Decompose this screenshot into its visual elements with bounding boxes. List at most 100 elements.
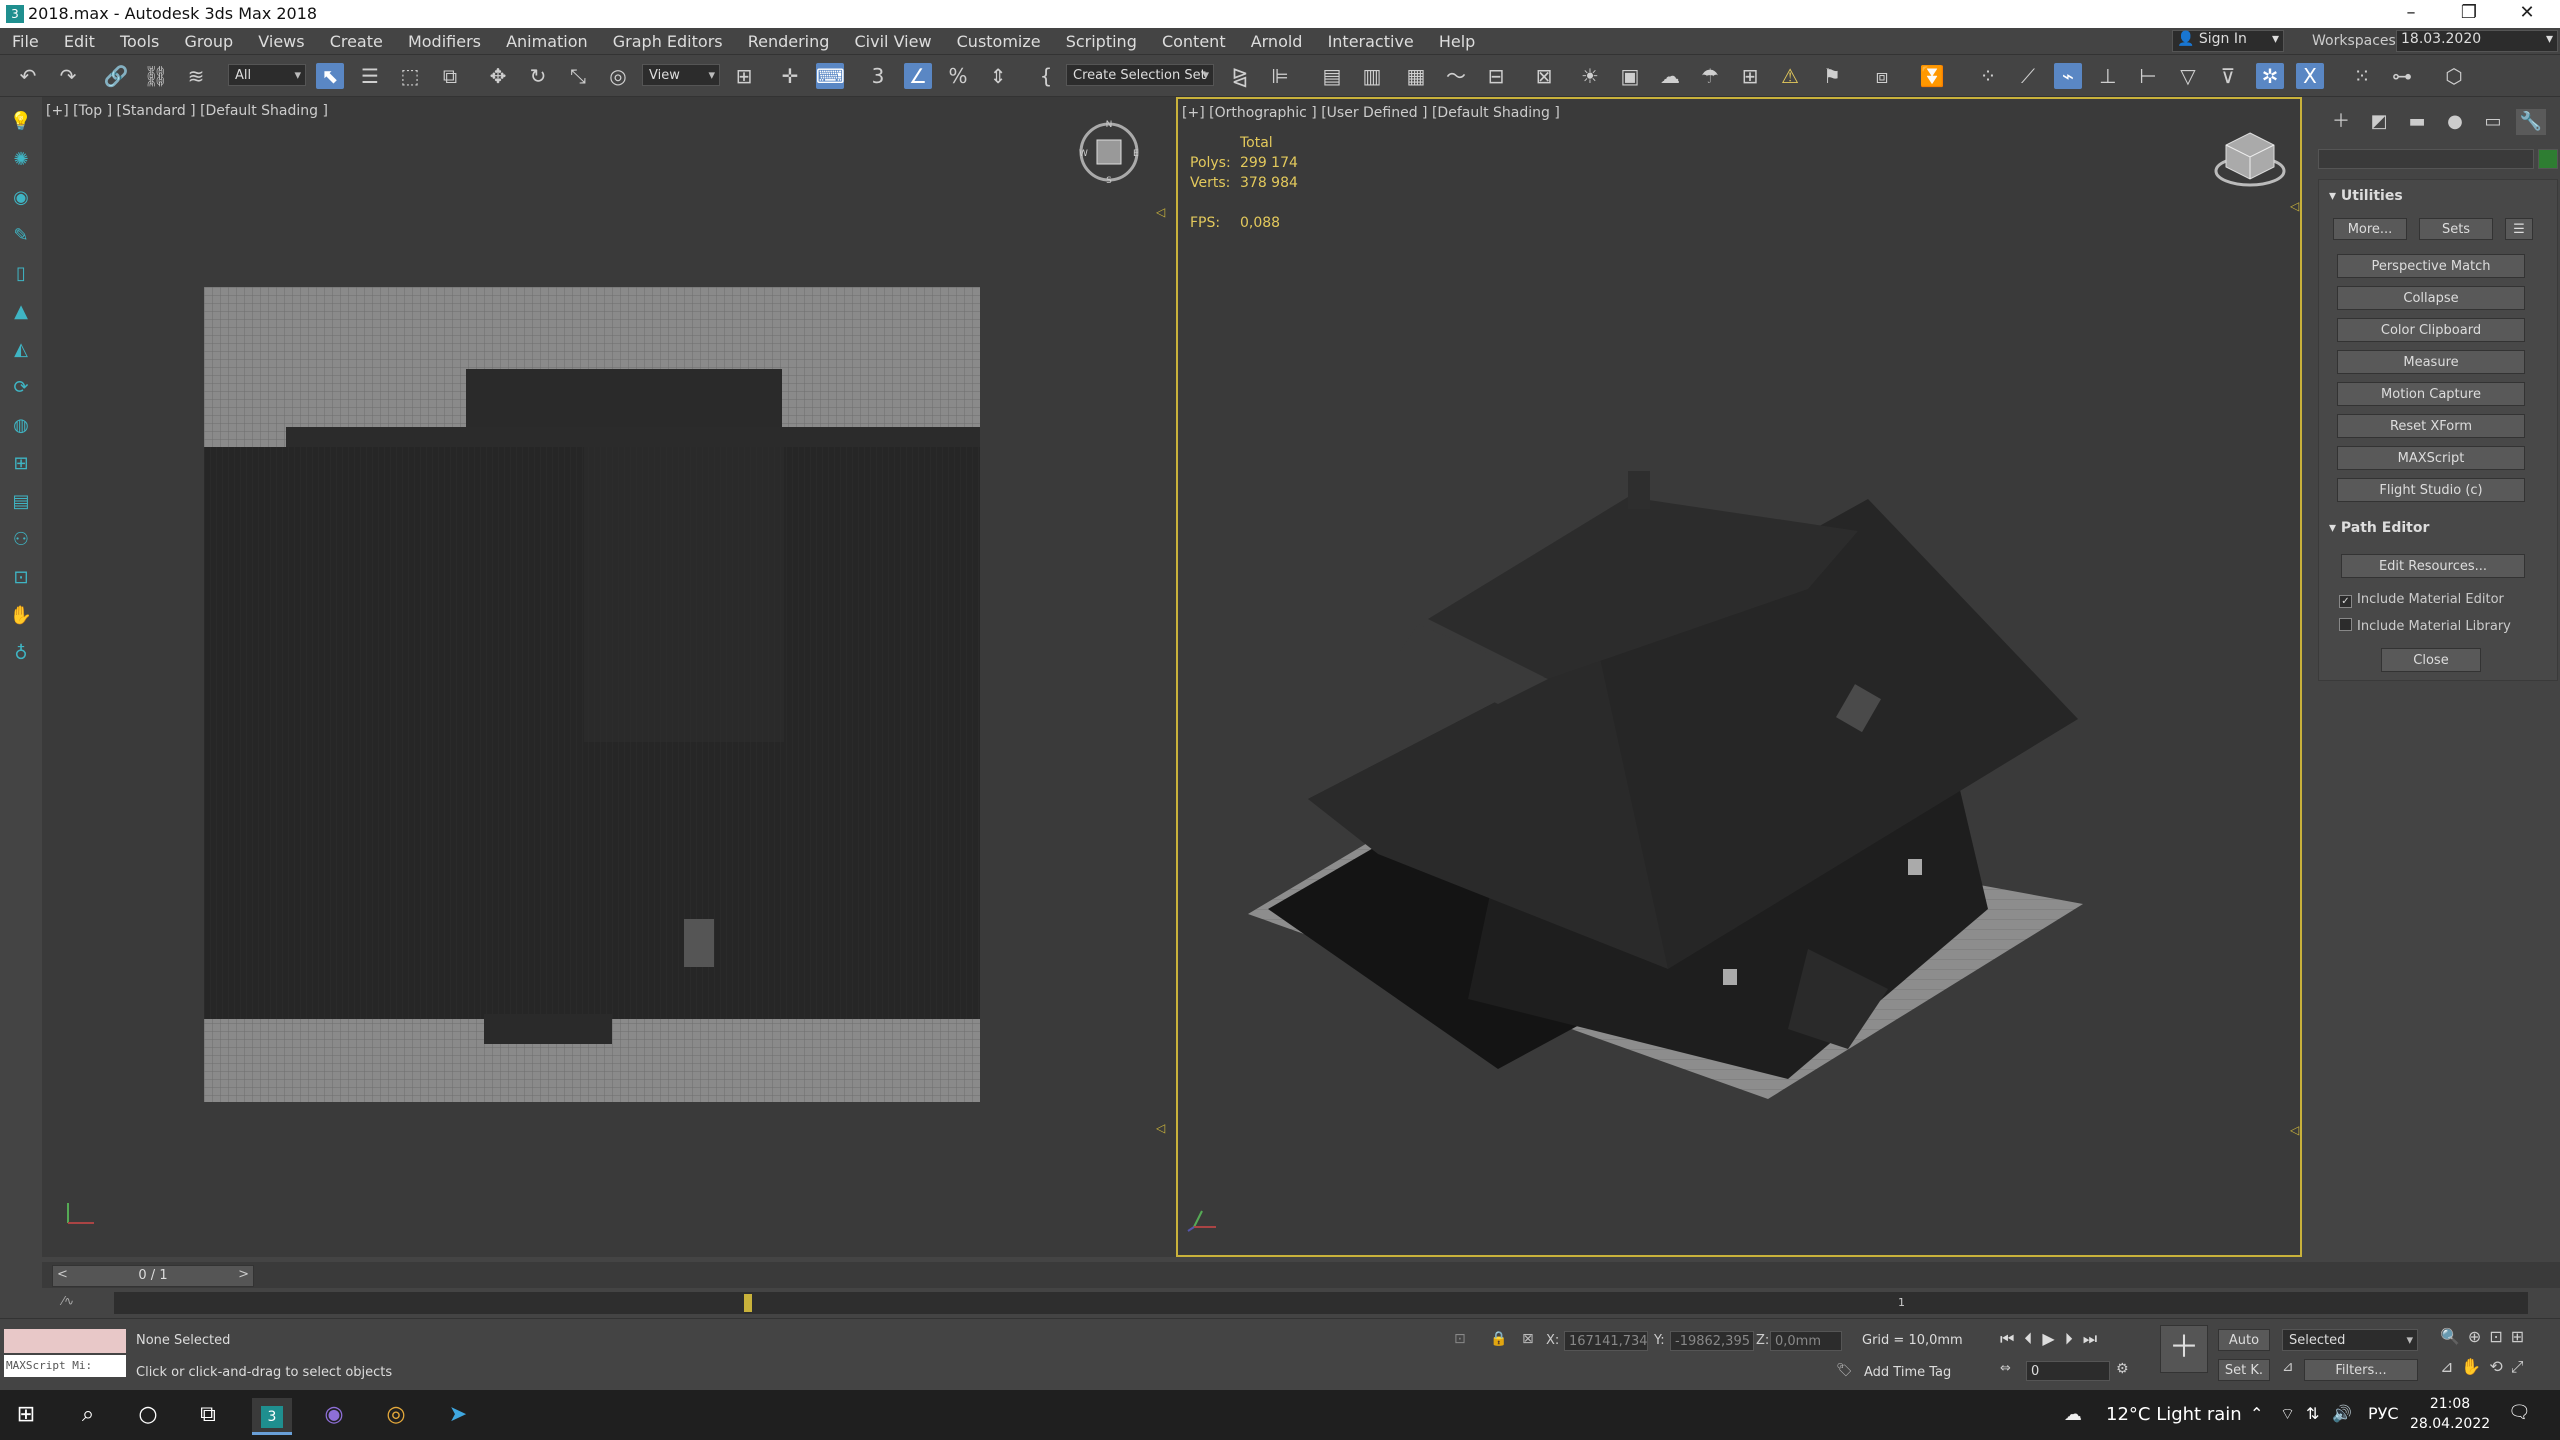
rendered-frame-window-icon[interactable]: ▣ bbox=[1616, 63, 1644, 89]
time-configuration-icon[interactable]: ⚙ bbox=[2116, 1361, 2129, 1377]
pan-icon[interactable]: ✋ bbox=[2461, 1357, 2489, 1376]
lamp-icon[interactable]: ◭ bbox=[8, 337, 34, 363]
select-manipulate-icon[interactable]: ✛ bbox=[776, 63, 804, 89]
place-icon[interactable]: ◎ bbox=[604, 63, 632, 89]
spinner-snap-icon[interactable]: ⇕ bbox=[984, 63, 1012, 89]
absolute-mode-icon[interactable]: ⊠ bbox=[1522, 1331, 1534, 1347]
menu-customize[interactable]: Customize bbox=[947, 28, 1051, 51]
close-icon[interactable]: ✕ bbox=[2504, 2, 2550, 23]
selection-region-icon[interactable]: ⬡ bbox=[2440, 63, 2468, 89]
time-tag-icon[interactable]: 🏷 bbox=[1836, 1363, 1853, 1378]
ribbon-toggle-icon[interactable]: ⧈ bbox=[1868, 63, 1896, 89]
chrome-icon[interactable]: ◎ bbox=[376, 1398, 416, 1432]
render-production-icon[interactable]: ☁ bbox=[1656, 63, 1684, 89]
viewport-divider[interactable]: ◁ ◁ bbox=[1154, 97, 1176, 1257]
sets-button[interactable]: Sets bbox=[2419, 218, 2493, 240]
time-slider[interactable]: < 0 / 1 > bbox=[52, 1265, 254, 1287]
measure-button[interactable]: Measure bbox=[2337, 350, 2525, 374]
zoom-extents-all-icon[interactable]: ⊞ bbox=[2511, 1327, 2532, 1346]
align-icon[interactable]: ⊫ bbox=[1266, 63, 1294, 89]
menu-tools[interactable]: Tools bbox=[110, 28, 169, 51]
window-crossing-icon[interactable]: ⧉ bbox=[436, 63, 464, 89]
book-icon[interactable]: ▯ bbox=[8, 261, 34, 287]
close-button[interactable]: Close bbox=[2381, 648, 2481, 672]
z-coordinate-field[interactable]: 0,0mm bbox=[1770, 1331, 1842, 1351]
reset-xform-button[interactable]: Reset XForm bbox=[2337, 414, 2525, 438]
edit-named-selection-icon[interactable]: { bbox=[1032, 63, 1060, 89]
display-tab-icon[interactable]: ▭ bbox=[2478, 109, 2508, 135]
globe-icon[interactable]: ◍ bbox=[8, 413, 34, 439]
hierarchy-tab-icon[interactable]: ▬ bbox=[2402, 109, 2432, 135]
xview-icon[interactable]: ✲ bbox=[2256, 63, 2284, 89]
lock-icon[interactable]: 🔒 bbox=[1490, 1331, 1507, 1347]
rectangular-selection-icon[interactable]: ⬚ bbox=[396, 63, 424, 89]
render-to-texture-icon[interactable]: ⊞ bbox=[1736, 63, 1764, 89]
divider-handle-icon[interactable]: ◁ bbox=[1156, 205, 1165, 219]
viber-icon[interactable]: ◉ bbox=[314, 1398, 354, 1432]
menu-rendering[interactable]: Rendering bbox=[738, 28, 840, 51]
name-field[interactable] bbox=[2318, 149, 2534, 169]
redo-icon[interactable]: ↷ bbox=[54, 63, 82, 89]
angle-snap-icon[interactable]: ∠ bbox=[904, 63, 932, 89]
menu-content[interactable]: Content bbox=[1152, 28, 1236, 51]
zoom-icon[interactable]: 🔍 bbox=[2440, 1327, 2468, 1346]
menu-modifiers[interactable]: Modifiers bbox=[398, 28, 491, 51]
modify-tab-icon[interactable]: ◩ bbox=[2364, 109, 2394, 135]
color-clipboard-button[interactable]: Color Clipboard bbox=[2337, 318, 2525, 342]
auto-key-button[interactable]: Auto bbox=[2218, 1329, 2270, 1351]
restore-icon[interactable]: ❐ bbox=[2446, 2, 2492, 23]
snap-toggle-active-icon[interactable]: ⌁ bbox=[2054, 63, 2082, 89]
panel-icon[interactable]: ▤ bbox=[8, 489, 34, 515]
toggle-ribbon-icon[interactable]: ▦ bbox=[1402, 63, 1430, 89]
y-coordinate-field[interactable]: -19862,395 bbox=[1670, 1331, 1754, 1351]
menu-edit[interactable]: Edit bbox=[54, 28, 105, 51]
windows-start-icon[interactable]: ⊞ bbox=[6, 1398, 46, 1432]
menu-file[interactable]: File bbox=[2, 28, 49, 51]
link-icon[interactable]: 🔗 bbox=[102, 63, 130, 89]
divider-handle-icon[interactable]: ◁ bbox=[2290, 199, 2299, 213]
previous-frame-icon[interactable]: ⏴ bbox=[2024, 1329, 2042, 1348]
lightbulb-icon[interactable]: 💡 bbox=[8, 109, 34, 135]
divider-handle-icon[interactable]: ◁ bbox=[2290, 1123, 2299, 1137]
render-setup-icon[interactable]: ☀ bbox=[1576, 63, 1604, 89]
utilities-rollout-title[interactable]: ▾ Utilities bbox=[2329, 188, 2403, 204]
sign-in-dropdown[interactable]: 👤 Sign In ▾ bbox=[2172, 30, 2284, 52]
object-color-swatch[interactable] bbox=[2538, 149, 2558, 169]
zoom-extents-icon[interactable]: ⊡ bbox=[2489, 1327, 2510, 1346]
pivot-center-icon[interactable]: ⊞ bbox=[730, 63, 758, 89]
key-mode-toggle-icon[interactable]: ⊿ bbox=[2282, 1359, 2294, 1375]
volume-icon[interactable]: 🔊 bbox=[2332, 1404, 2352, 1423]
workspace-select[interactable]: 18.03.2020 ▾ bbox=[2396, 30, 2558, 52]
viewport-orthographic[interactable]: [+] [Orthographic ] [User Defined ] [Def… bbox=[1176, 97, 2302, 1257]
key-filter-select[interactable]: Selected bbox=[2282, 1329, 2418, 1352]
group-icon[interactable]: ⚇ bbox=[8, 527, 34, 553]
bulb-outline-icon[interactable]: ♁ bbox=[8, 641, 34, 667]
go-to-start-icon[interactable]: ⏮ bbox=[2000, 1329, 2024, 1348]
time-slider-right-icon[interactable]: > bbox=[238, 1267, 249, 1282]
weather-text[interactable]: 12°C Light rain bbox=[2106, 1404, 2242, 1425]
next-frame-icon[interactable]: ⏵ bbox=[2065, 1329, 2083, 1348]
telegram-icon[interactable]: ➤ bbox=[438, 1398, 478, 1432]
search-icon[interactable]: ⌕ bbox=[68, 1398, 108, 1432]
utilities-tab-icon[interactable]: 🔧 bbox=[2516, 109, 2546, 135]
sculpt-icon[interactable]: ▲ bbox=[8, 299, 34, 325]
weather-icon[interactable]: ☁ bbox=[2064, 1404, 2082, 1425]
keyboard-shortcut-override-icon[interactable]: ⌨ bbox=[816, 63, 845, 89]
menu-arnold[interactable]: Arnold bbox=[1241, 28, 1313, 51]
menu-create[interactable]: Create bbox=[320, 28, 393, 51]
set-key-button[interactable]: Set K. bbox=[2218, 1359, 2270, 1381]
percent-snap-icon[interactable]: % bbox=[944, 63, 972, 89]
curve-editor-icon[interactable]: 〜 bbox=[1442, 63, 1470, 89]
reference-coordinate-select[interactable]: View bbox=[642, 64, 720, 87]
named-selection-set-select[interactable]: Create Selection Set bbox=[1066, 64, 1214, 87]
undo-icon[interactable]: ↶ bbox=[14, 63, 42, 89]
go-to-end-icon[interactable]: ⏭ bbox=[2083, 1329, 2107, 1348]
wifi-icon[interactable]: ⌔ bbox=[2280, 1404, 2295, 1424]
selection-filter-select[interactable]: All bbox=[228, 64, 306, 87]
viewcube-icon[interactable] bbox=[2212, 127, 2288, 193]
motion-tab-icon[interactable]: ● bbox=[2440, 109, 2470, 135]
chevron-double-down-icon[interactable]: ⏬ bbox=[1918, 63, 1946, 89]
snap-face-icon[interactable]: ▽ bbox=[2174, 63, 2202, 89]
menu-views[interactable]: Views bbox=[248, 28, 314, 51]
configure-sets-icon[interactable]: ☰ bbox=[2505, 218, 2533, 240]
